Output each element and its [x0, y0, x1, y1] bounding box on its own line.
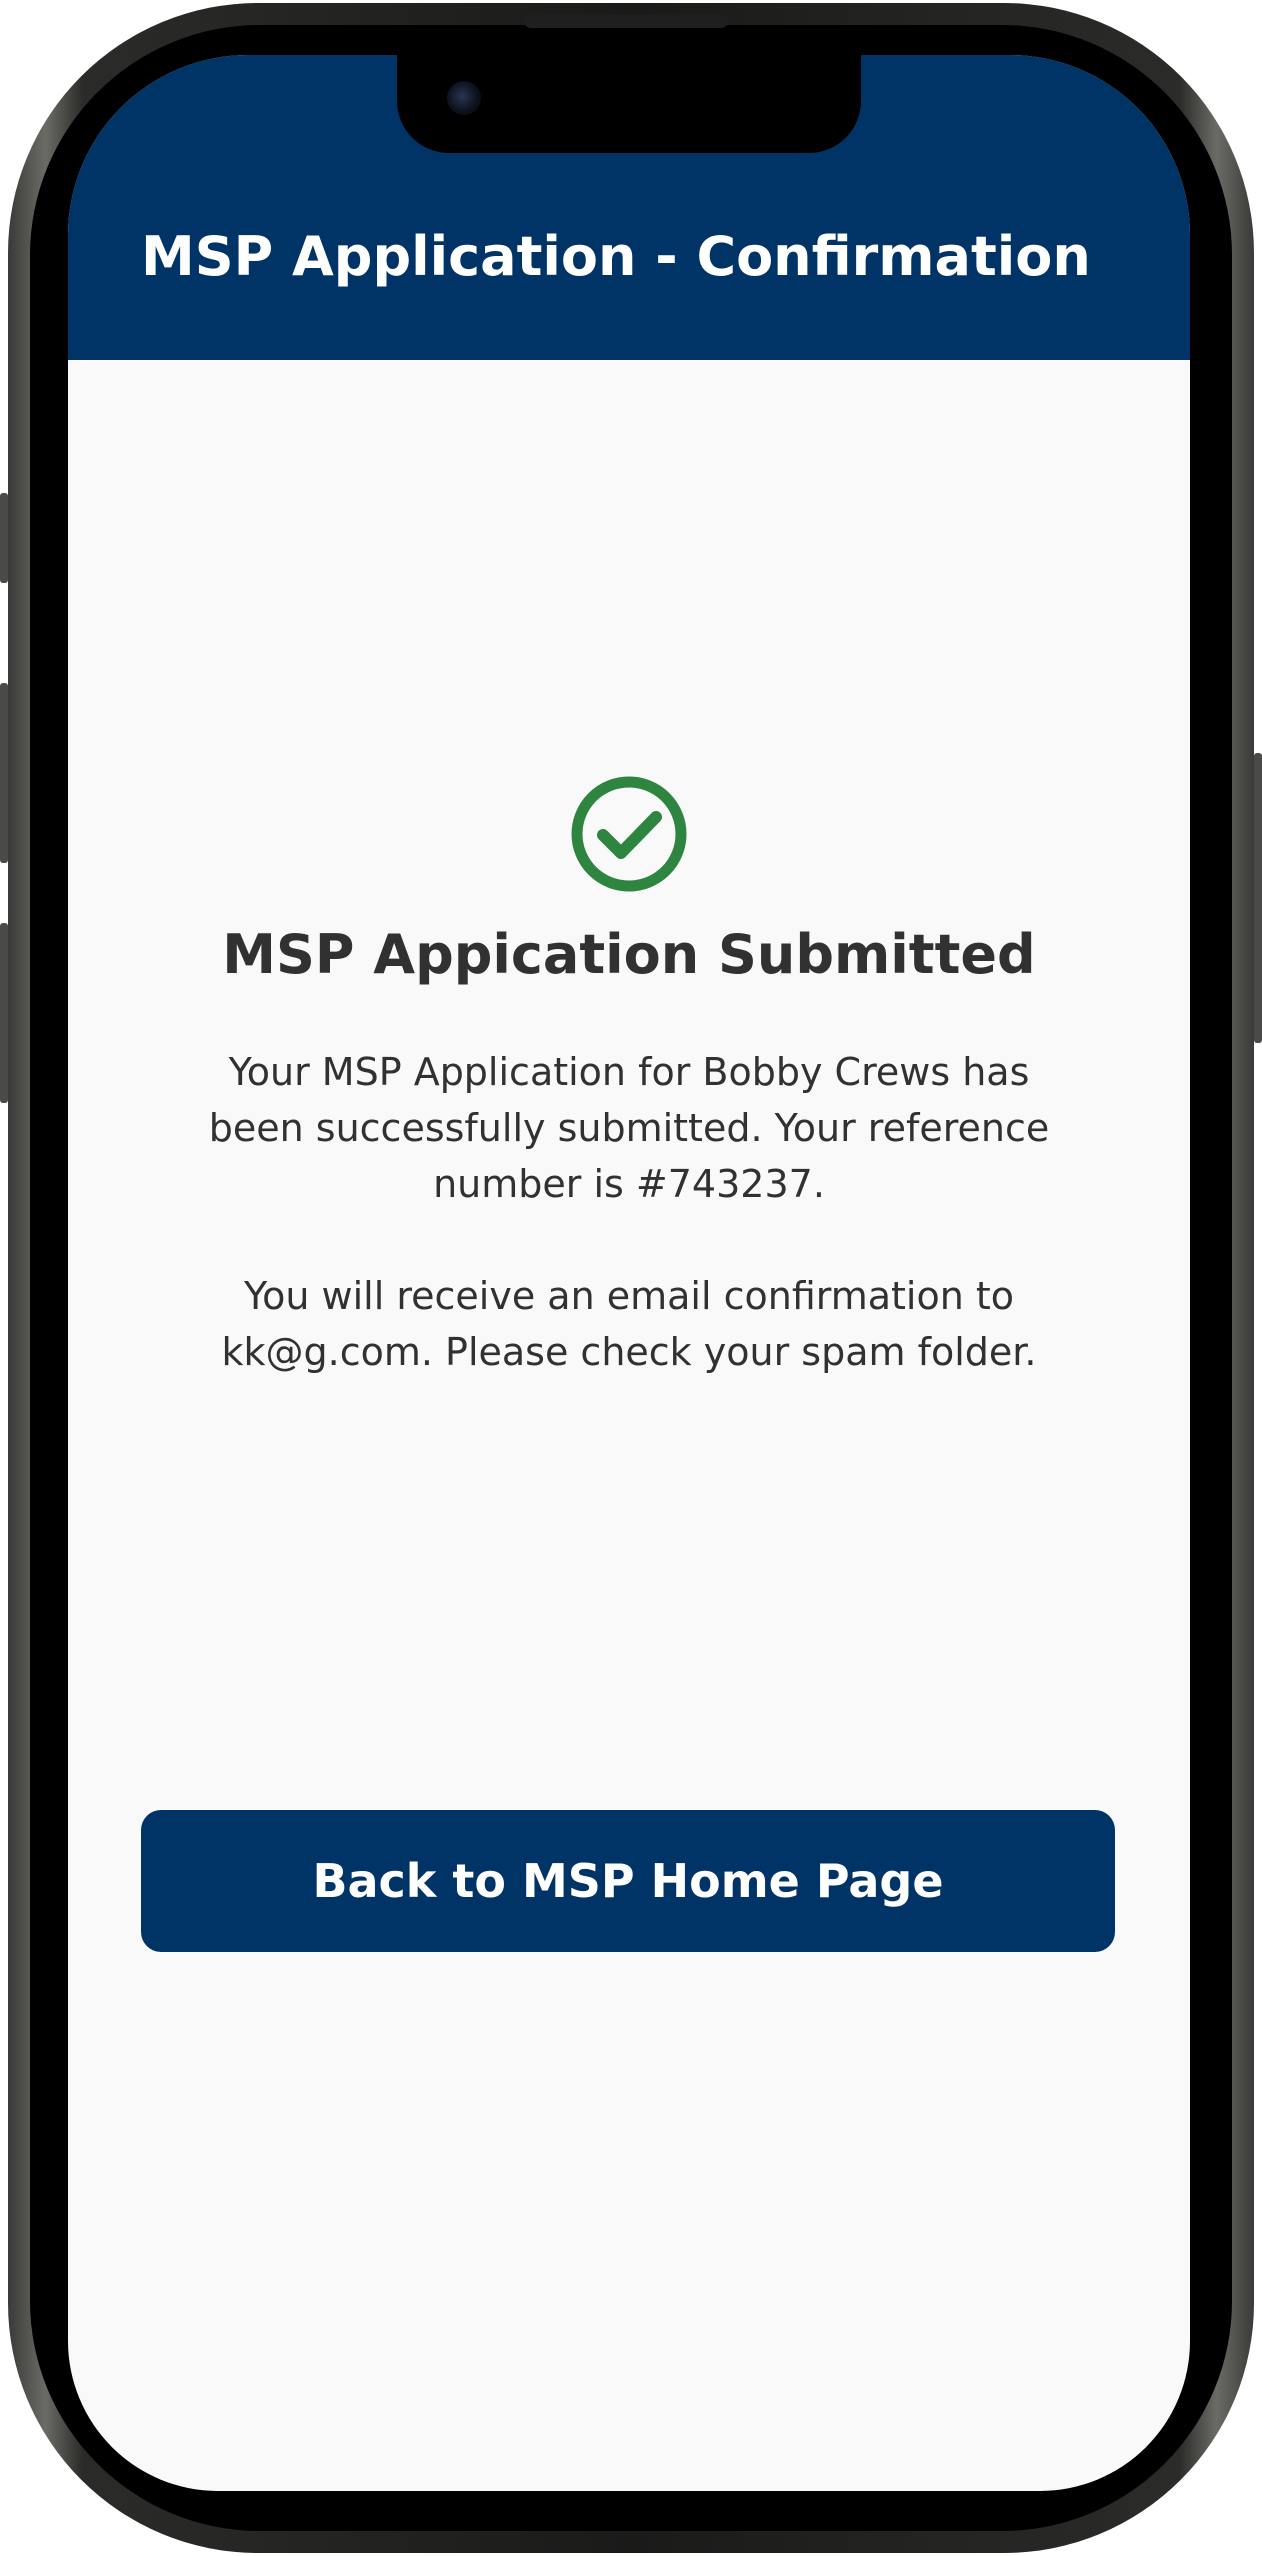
action-button: [0, 493, 8, 583]
email-confirmation-message: You will receive an email confirmation t…: [221, 1273, 1037, 1374]
confirmation-heading: MSP Appication Submitted: [222, 923, 1036, 986]
volume-down-button: [0, 923, 8, 1103]
page-title: MSP Application - Confirmation: [141, 225, 1091, 288]
submission-message: Your MSP Application for Bobby Crews has…: [208, 1049, 1050, 1206]
speaker-grille: [524, 14, 728, 28]
camera-notch: [397, 55, 861, 153]
back-to-home-button[interactable]: Back to MSP Home Page: [141, 1810, 1115, 1952]
front-camera: [447, 81, 481, 115]
volume-up-button: [0, 683, 8, 863]
confirmation-panel: MSP Appication Submitted Your MSP Applic…: [68, 775, 1190, 1380]
power-button: [1254, 753, 1262, 1043]
phone-screen: MSP Application - Confirmation MSP Appic…: [68, 55, 1190, 2491]
check-circle-icon: [571, 776, 687, 892]
